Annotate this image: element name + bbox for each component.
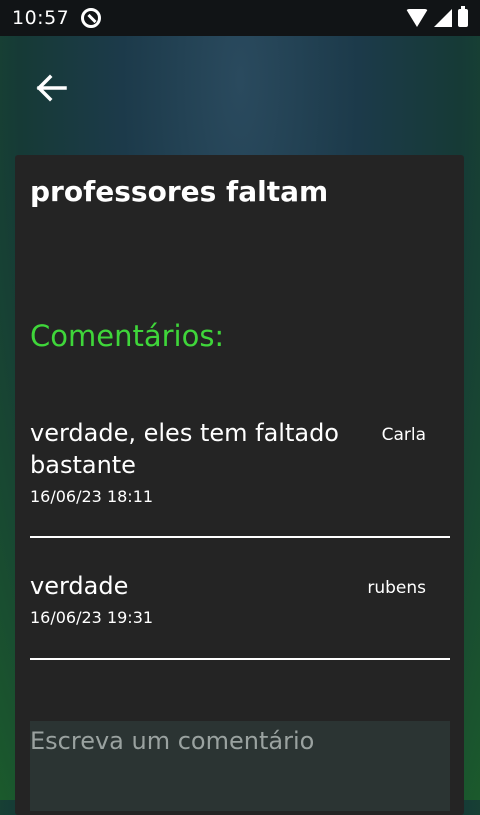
app-notification-icon xyxy=(81,8,102,28)
comment-item: verdade, eles tem faltado bastante Carla… xyxy=(30,417,450,506)
status-icons xyxy=(406,6,468,27)
comment-input[interactable] xyxy=(30,721,450,811)
battery-icon xyxy=(458,6,468,27)
back-button[interactable] xyxy=(26,64,76,112)
post-card: professores faltam Comentários: verdade,… xyxy=(15,155,464,815)
status-bar: 10:57 xyxy=(0,0,480,36)
comment-divider xyxy=(30,658,450,660)
post-title: professores faltam xyxy=(30,175,329,208)
comment-author: rubens xyxy=(367,578,426,598)
comment-author: Carla xyxy=(381,425,426,445)
comment-text: verdade xyxy=(30,572,129,600)
arrow-left-icon xyxy=(36,74,67,102)
comment-divider xyxy=(30,536,450,538)
comment-item: verdade rubens 16/06/23 19:31 xyxy=(30,570,450,627)
status-time: 10:57 xyxy=(12,7,70,29)
comment-text: verdade, eles tem faltado bastante xyxy=(30,419,339,479)
comment-date: 16/06/23 18:11 xyxy=(30,487,154,506)
wifi-icon xyxy=(406,9,428,27)
signal-icon xyxy=(434,9,452,27)
comments-heading: Comentários: xyxy=(30,319,225,353)
comment-date: 16/06/23 19:31 xyxy=(30,608,154,627)
